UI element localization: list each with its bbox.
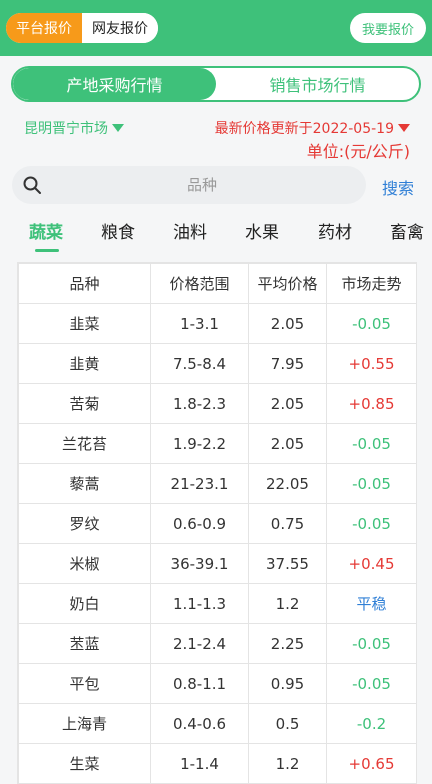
table-row[interactable]: 罗纹 0.6-0.9 0.75 -0.05 xyxy=(18,503,417,544)
price-table: 品种 价格范围 平均价格 市场走势 韭菜 1-3.1 2.05 -0.05 韭黄 7.5-… xyxy=(17,262,417,784)
category-tabs: 蔬菜 粮食 油料 水果 药材 畜禽 xyxy=(0,212,432,256)
search-bar xyxy=(12,166,366,204)
table-row[interactable]: 苤蓝 2.1-2.4 2.25 -0.05 xyxy=(18,623,417,664)
cell-average-price: 2.05 xyxy=(248,303,327,344)
header-price-range: 价格范围 xyxy=(150,263,249,304)
cell-trend: -0.05 xyxy=(326,503,417,544)
cell-average-price: 1.2 xyxy=(248,743,327,784)
cell-variety: 苤蓝 xyxy=(18,623,151,664)
cell-variety: 米椒 xyxy=(18,543,151,584)
my-quote-button[interactable]: 我要报价 xyxy=(350,13,426,43)
cell-trend: -0.05 xyxy=(326,463,417,504)
cell-variety: 藜蒿 xyxy=(18,463,151,504)
header-market-trend: 市场走势 xyxy=(326,263,417,304)
cell-price-range: 1-1.4 xyxy=(150,743,249,784)
cell-average-price: 0.75 xyxy=(248,503,327,544)
cell-variety: 韭菜 xyxy=(18,303,151,344)
table-row[interactable]: 韭黄 7.5-8.4 7.95 +0.55 xyxy=(18,343,417,384)
cell-price-range: 1.9-2.2 xyxy=(150,423,249,464)
table-header-row: 品种 价格范围 平均价格 市场走势 xyxy=(18,263,417,304)
table-row[interactable]: 上海青 0.4-0.6 0.5 -0.2 xyxy=(18,703,417,744)
cell-average-price: 2.25 xyxy=(248,623,327,664)
cell-trend: +0.85 xyxy=(326,383,417,424)
table-row[interactable]: 生菜 1-1.4 1.2 +0.65 xyxy=(18,743,417,784)
cell-variety: 奶白 xyxy=(18,583,151,624)
tab-user-quote[interactable]: 网友报价 xyxy=(82,13,158,43)
dropdown-triangle-icon xyxy=(398,124,410,132)
table-row[interactable]: 奶白 1.1-1.3 1.2 平稳 xyxy=(18,583,417,624)
search-icon xyxy=(22,175,42,195)
active-tab-indicator xyxy=(35,249,59,252)
cell-average-price: 2.05 xyxy=(248,383,327,424)
market-type-tabs: 产地采购行情 销售市场行情 xyxy=(11,66,421,102)
price-unit: 单位:(元/公斤) xyxy=(306,142,410,161)
header-average-price: 平均价格 xyxy=(248,263,327,304)
cell-variety: 平包 xyxy=(18,663,151,704)
market-name: 昆明晋宁市场 xyxy=(24,121,108,137)
tab-livestock[interactable]: 畜禽 xyxy=(390,218,424,243)
table-row[interactable]: 平包 0.8-1.1 0.95 -0.05 xyxy=(18,663,417,704)
cell-trend: -0.05 xyxy=(326,623,417,664)
cell-trend: -0.2 xyxy=(326,703,417,744)
cell-price-range: 21-23.1 xyxy=(150,463,249,504)
market-selector[interactable]: 昆明晋宁市场 xyxy=(24,118,124,138)
update-date-text: 最新价格更新于2022-05-19 xyxy=(214,121,394,137)
tab-platform-quote[interactable]: 平台报价 xyxy=(6,13,82,43)
update-date-selector[interactable]: 最新价格更新于2022-05-19 xyxy=(215,118,410,138)
cell-average-price: 2.05 xyxy=(248,423,327,464)
table-row[interactable]: 苦菊 1.8-2.3 2.05 +0.85 xyxy=(18,383,417,424)
cell-variety: 兰花苔 xyxy=(18,423,151,464)
cell-price-range: 36-39.1 xyxy=(150,543,249,584)
cell-price-range: 1.8-2.3 xyxy=(150,383,249,424)
cell-trend: -0.05 xyxy=(326,663,417,704)
tab-herbs[interactable]: 药材 xyxy=(318,218,352,243)
cell-average-price: 1.2 xyxy=(248,583,327,624)
cell-price-range: 1-3.1 xyxy=(150,303,249,344)
cell-price-range: 2.1-2.4 xyxy=(150,623,249,664)
top-header: 平台报价 网友报价 我要报价 xyxy=(0,0,432,56)
cell-price-range: 0.6-0.9 xyxy=(150,503,249,544)
cell-price-range: 0.4-0.6 xyxy=(150,703,249,744)
cell-average-price: 37.55 xyxy=(248,543,327,584)
cell-price-range: 7.5-8.4 xyxy=(150,343,249,384)
cell-variety: 苦菊 xyxy=(18,383,151,424)
tab-fruit[interactable]: 水果 xyxy=(245,218,279,243)
cell-price-range: 1.1-1.3 xyxy=(150,583,249,624)
cell-average-price: 7.95 xyxy=(248,343,327,384)
cell-price-range: 0.8-1.1 xyxy=(150,663,249,704)
table-row[interactable]: 米椒 36-39.1 37.55 +0.45 xyxy=(18,543,417,584)
cell-trend: +0.55 xyxy=(326,343,417,384)
cell-variety: 罗纹 xyxy=(18,503,151,544)
tab-oil-crops[interactable]: 油料 xyxy=(173,218,207,243)
cell-variety: 生菜 xyxy=(18,743,151,784)
cell-average-price: 0.5 xyxy=(248,703,327,744)
cell-average-price: 0.95 xyxy=(248,663,327,704)
tab-sales-market[interactable]: 销售市场行情 xyxy=(216,68,419,100)
tab-vegetables[interactable]: 蔬菜 xyxy=(29,218,63,243)
quote-source-switch: 平台报价 网友报价 xyxy=(6,13,158,43)
table-row[interactable]: 韭菜 1-3.1 2.05 -0.05 xyxy=(18,303,417,344)
search-input[interactable] xyxy=(52,166,352,204)
tab-origin-purchase[interactable]: 产地采购行情 xyxy=(13,68,216,100)
cell-trend: 平稳 xyxy=(326,583,417,624)
header-variety: 品种 xyxy=(18,263,151,304)
search-button[interactable]: 搜索 xyxy=(382,175,414,199)
table-row[interactable]: 兰花苔 1.9-2.2 2.05 -0.05 xyxy=(18,423,417,464)
tab-grain[interactable]: 粮食 xyxy=(101,218,135,243)
cell-trend: +0.45 xyxy=(326,543,417,584)
table-row[interactable]: 藜蒿 21-23.1 22.05 -0.05 xyxy=(18,463,417,504)
cell-variety: 上海青 xyxy=(18,703,151,744)
cell-trend: +0.65 xyxy=(326,743,417,784)
cell-trend: -0.05 xyxy=(326,303,417,344)
dropdown-triangle-icon xyxy=(112,124,124,132)
cell-average-price: 22.05 xyxy=(248,463,327,504)
cell-trend: -0.05 xyxy=(326,423,417,464)
cell-variety: 韭黄 xyxy=(18,343,151,384)
